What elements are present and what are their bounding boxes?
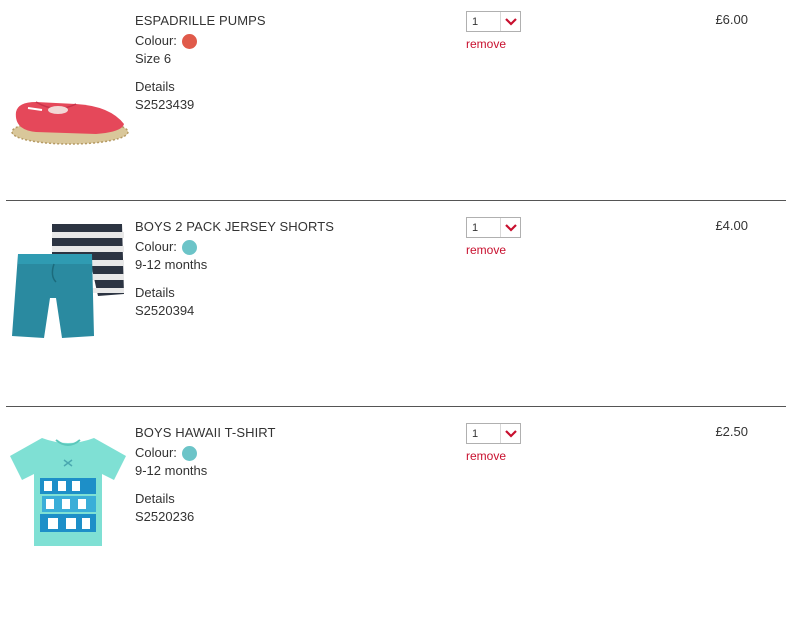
product-name[interactable]: ESPADRILLE PUMPS [135, 12, 266, 30]
item-info: BOYS HAWAII T-SHIRT Colour: 9-12 months … [135, 424, 276, 526]
quantity-select[interactable]: 1 [466, 423, 521, 444]
product-code: S2523439 [135, 97, 195, 112]
chevron-down-icon[interactable] [500, 12, 520, 31]
details-label: Details [135, 285, 175, 300]
colour-swatch [181, 33, 197, 49]
chevron-down-icon[interactable] [500, 424, 520, 443]
basket-item: ESPADRILLE PUMPS Colour: Size 6 Details … [0, 0, 812, 206]
size-text: 9-12 months [135, 257, 208, 272]
basket-item: BOYS 2 PACK JERSEY SHORTS Colour: 9-12 m… [0, 206, 812, 412]
details-label: Details [135, 491, 175, 506]
product-name[interactable]: BOYS HAWAII T-SHIRT [135, 424, 276, 442]
colour-label: Colour: [135, 239, 177, 254]
divider [6, 406, 786, 407]
product-code: S2520394 [135, 303, 195, 318]
jersey-shorts-image[interactable] [6, 220, 130, 344]
item-price: £6.00 [715, 12, 748, 27]
divider [6, 200, 786, 201]
quantity-select[interactable]: 1 [466, 11, 521, 32]
item-info: ESPADRILLE PUMPS Colour: Size 6 Details … [135, 12, 266, 114]
espadrille-pumps-image[interactable] [6, 88, 130, 158]
remove-link[interactable]: remove [466, 243, 506, 257]
chevron-down-icon[interactable] [500, 218, 520, 237]
quantity-value: 1 [472, 428, 479, 440]
quantity-value: 1 [472, 16, 479, 28]
colour-swatch [181, 445, 197, 461]
quantity-value: 1 [472, 222, 479, 234]
product-name[interactable]: BOYS 2 PACK JERSEY SHORTS [135, 218, 334, 236]
product-code: S2520236 [135, 509, 195, 524]
size-text: Size 6 [135, 51, 172, 66]
item-price: £2.50 [715, 424, 748, 439]
remove-link[interactable]: remove [466, 37, 506, 51]
quantity-select[interactable]: 1 [466, 217, 521, 238]
details-label: Details [135, 79, 175, 94]
size-text: 9-12 months [135, 463, 208, 478]
colour-label: Colour: [135, 33, 177, 48]
item-price: £4.00 [715, 218, 748, 233]
remove-link[interactable]: remove [466, 449, 506, 463]
item-info: BOYS 2 PACK JERSEY SHORTS Colour: 9-12 m… [135, 218, 334, 320]
colour-label: Colour: [135, 445, 177, 460]
colour-swatch [181, 239, 197, 255]
hawaii-tshirt-image[interactable] [6, 434, 130, 550]
basket-item: BOYS HAWAII T-SHIRT Colour: 9-12 months … [0, 412, 812, 618]
